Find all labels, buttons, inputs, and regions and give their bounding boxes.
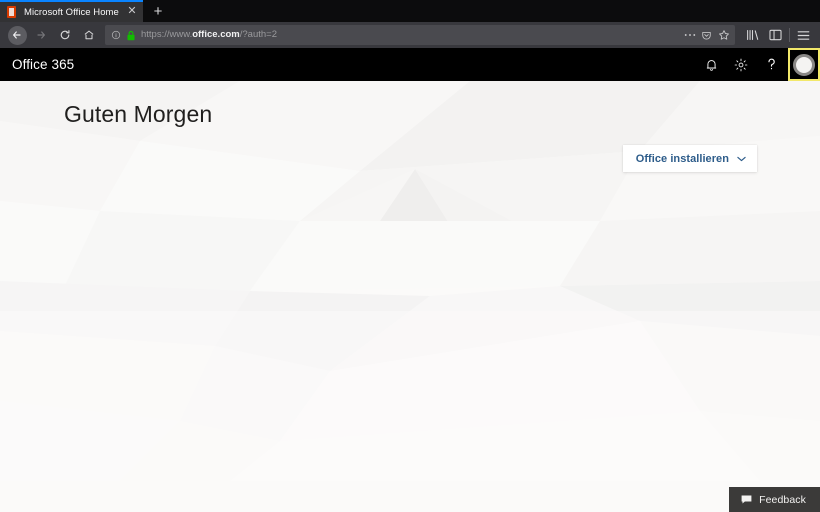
sidebar-icon[interactable] [764, 24, 787, 46]
padlock-icon[interactable] [123, 28, 138, 43]
feedback-label: Feedback [759, 493, 806, 506]
home-icon[interactable] [77, 24, 101, 46]
chevron-down-icon [737, 156, 746, 162]
url-suffix: /?auth=2 [239, 29, 277, 40]
close-icon[interactable]: ✕ [125, 5, 139, 19]
user-avatar[interactable] [788, 48, 820, 81]
hero-area: Guten Morgen Office installieren Feedbac… [0, 81, 820, 512]
browser-window: Microsoft Office Home ✕ + https://www.of… [0, 0, 820, 512]
gear-icon[interactable] [726, 48, 756, 81]
low-poly-background [0, 81, 820, 481]
navigation-toolbar: https://www.office.com/?auth=2 [0, 22, 820, 48]
url-text[interactable]: https://www.office.com/?auth=2 [141, 25, 681, 45]
hamburger-menu-icon[interactable] [792, 24, 815, 46]
pocket-icon[interactable] [698, 27, 715, 44]
page-viewport: Office 365 Guten Morgen Office installie… [0, 48, 820, 512]
office-suite-bar: Office 365 [0, 48, 820, 81]
address-bar[interactable]: https://www.office.com/?auth=2 [105, 25, 735, 45]
tab-strip: Microsoft Office Home ✕ + [0, 0, 820, 22]
star-icon[interactable] [715, 27, 732, 44]
install-office-label: Office installieren [635, 152, 729, 165]
address-bar-actions [681, 27, 732, 44]
new-tab-button[interactable]: + [143, 0, 173, 22]
toolbar-right-actions [741, 24, 815, 46]
avatar-image [793, 53, 815, 76]
url-prefix: https://www. [141, 29, 193, 40]
bell-icon[interactable] [696, 48, 726, 81]
toolbar-divider [789, 28, 790, 42]
url-domain: office.com [192, 29, 240, 40]
page-title: Guten Morgen [64, 101, 213, 127]
question-mark-icon[interactable] [756, 48, 786, 81]
back-arrow-icon[interactable] [5, 24, 29, 46]
library-icon[interactable] [741, 24, 764, 46]
suite-bar-title[interactable]: Office 365 [12, 57, 696, 72]
install-office-button[interactable]: Office installieren [622, 145, 757, 172]
ellipsis-icon[interactable] [681, 27, 698, 44]
page-info-icon[interactable] [108, 28, 123, 43]
tab-title: Microsoft Office Home [24, 6, 119, 18]
office-favicon [6, 6, 18, 18]
speech-bubble-icon [741, 495, 752, 505]
reload-icon[interactable] [53, 24, 77, 46]
forward-arrow-icon [29, 24, 53, 46]
feedback-button[interactable]: Feedback [729, 487, 820, 512]
browser-tab[interactable]: Microsoft Office Home ✕ [0, 0, 143, 22]
suite-bar-actions [696, 48, 820, 81]
